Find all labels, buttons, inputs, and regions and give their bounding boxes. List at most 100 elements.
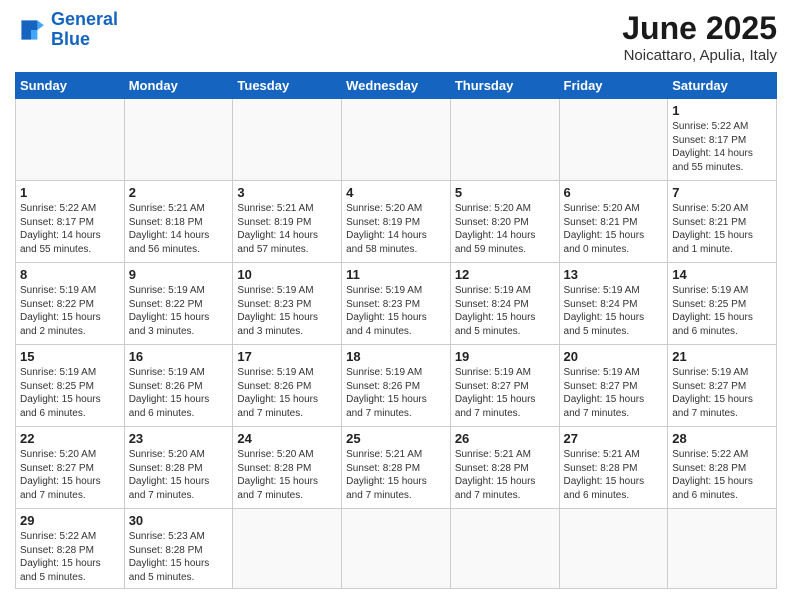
day-info: Sunrise: 5:20 AMSunset: 8:20 PMDaylight:… bbox=[455, 202, 555, 256]
day-info: Sunrise: 5:19 AMSunset: 8:23 PMDaylight:… bbox=[346, 284, 446, 338]
calendar-cell: 19Sunrise: 5:19 AMSunset: 8:27 PMDayligh… bbox=[450, 345, 559, 427]
calendar-cell: 17Sunrise: 5:19 AMSunset: 8:26 PMDayligh… bbox=[233, 345, 342, 427]
day-info: Sunrise: 5:22 AMSunset: 8:17 PMDaylight:… bbox=[672, 120, 772, 174]
day-number: 12 bbox=[455, 267, 555, 282]
day-info: Sunrise: 5:21 AMSunset: 8:28 PMDaylight:… bbox=[346, 448, 446, 502]
calendar-cell: 15 Sunrise: 5:19 AMSunset: 8:25 PMDayligh… bbox=[16, 345, 125, 427]
day-info: Sunrise: 5:19 AMSunset: 8:22 PMDaylight:… bbox=[20, 284, 120, 338]
day-number: 2 bbox=[129, 185, 229, 200]
page: General Blue June 2025 Noicattaro, Apuli… bbox=[0, 0, 792, 612]
day-number: 25 bbox=[346, 431, 446, 446]
day-number: 16 bbox=[129, 349, 229, 364]
calendar-week-row: 22 Sunrise: 5:20 AMSunset: 8:27 PMDayligh… bbox=[16, 427, 777, 509]
day-header-sunday: Sunday bbox=[16, 73, 125, 99]
day-info: Sunrise: 5:20 AMSunset: 8:28 PMDaylight:… bbox=[237, 448, 337, 502]
logo-icon bbox=[15, 14, 47, 46]
calendar-cell: 6 Sunrise: 5:20 AMSunset: 8:21 PMDaylight… bbox=[559, 181, 668, 263]
day-number: 17 bbox=[237, 349, 337, 364]
day-number: 20 bbox=[564, 349, 664, 364]
day-number: 10 bbox=[237, 267, 337, 282]
calendar-cell: 11Sunrise: 5:19 AMSunset: 8:23 PMDayligh… bbox=[342, 263, 451, 345]
calendar-cell: 14 Sunrise: 5:19 AMSunset: 8:25 PMDayligh… bbox=[668, 263, 777, 345]
day-header-saturday: Saturday bbox=[668, 73, 777, 99]
day-info: Sunrise: 5:19 AMSunset: 8:25 PMDaylight:… bbox=[672, 284, 772, 338]
calendar-cell bbox=[668, 509, 777, 589]
day-number: 22 bbox=[20, 431, 120, 446]
day-info: Sunrise: 5:21 AMSunset: 8:19 PMDaylight:… bbox=[237, 202, 337, 256]
logo-general: General bbox=[51, 9, 118, 29]
calendar-cell: 20 Sunrise: 5:19 AMSunset: 8:27 PMDayligh… bbox=[559, 345, 668, 427]
calendar-week-row: 1 Sunrise: 5:22 AMSunset: 8:17 PMDaylight… bbox=[16, 181, 777, 263]
day-header-tuesday: Tuesday bbox=[233, 73, 342, 99]
day-info: Sunrise: 5:20 AMSunset: 8:21 PMDaylight:… bbox=[564, 202, 664, 256]
calendar-cell bbox=[233, 99, 342, 181]
calendar-cell bbox=[450, 99, 559, 181]
day-info: Sunrise: 5:21 AMSunset: 8:18 PMDaylight:… bbox=[129, 202, 229, 256]
calendar-week-row: 29Sunrise: 5:22 AMSunset: 8:28 PMDayligh… bbox=[16, 509, 777, 589]
day-header-thursday: Thursday bbox=[450, 73, 559, 99]
day-number: 4 bbox=[346, 185, 446, 200]
calendar-week-row: 1 Sunrise: 5:22 AMSunset: 8:17 PMDaylight… bbox=[16, 99, 777, 181]
calendar-cell: 12 Sunrise: 5:19 AMSunset: 8:24 PMDayligh… bbox=[450, 263, 559, 345]
day-header-wednesday: Wednesday bbox=[342, 73, 451, 99]
calendar-cell bbox=[233, 509, 342, 589]
calendar-cell bbox=[342, 99, 451, 181]
calendar-cell bbox=[124, 99, 233, 181]
day-number: 8 bbox=[20, 267, 120, 282]
day-number: 15 bbox=[20, 349, 120, 364]
day-number: 6 bbox=[564, 185, 664, 200]
calendar-cell: 28Sunrise: 5:22 AMSunset: 8:28 PMDayligh… bbox=[668, 427, 777, 509]
day-info: Sunrise: 5:20 AMSunset: 8:21 PMDaylight:… bbox=[672, 202, 772, 256]
month-title: June 2025 bbox=[622, 10, 777, 47]
day-info: Sunrise: 5:23 AMSunset: 8:28 PMDaylight:… bbox=[129, 530, 229, 584]
day-header-monday: Monday bbox=[124, 73, 233, 99]
calendar-cell: 4 Sunrise: 5:20 AMSunset: 8:19 PMDaylight… bbox=[342, 181, 451, 263]
calendar-cell: 1 Sunrise: 5:22 AMSunset: 8:17 PMDaylight… bbox=[668, 99, 777, 181]
day-number: 1 bbox=[672, 103, 772, 118]
calendar-cell: 16 Sunrise: 5:19 AMSunset: 8:26 PMDayligh… bbox=[124, 345, 233, 427]
day-info: Sunrise: 5:19 AMSunset: 8:27 PMDaylight:… bbox=[564, 366, 664, 420]
day-info: Sunrise: 5:19 AMSunset: 8:26 PMDaylight:… bbox=[129, 366, 229, 420]
calendar-cell: 9Sunrise: 5:19 AMSunset: 8:22 PMDaylight… bbox=[124, 263, 233, 345]
calendar-cell: 10Sunrise: 5:19 AMSunset: 8:23 PMDayligh… bbox=[233, 263, 342, 345]
calendar-week-row: 8 Sunrise: 5:19 AMSunset: 8:22 PMDaylight… bbox=[16, 263, 777, 345]
day-number: 23 bbox=[129, 431, 229, 446]
calendar-cell bbox=[559, 509, 668, 589]
day-number: 26 bbox=[455, 431, 555, 446]
calendar-cell: 3Sunrise: 5:21 AMSunset: 8:19 PMDaylight… bbox=[233, 181, 342, 263]
calendar-cell: 13Sunrise: 5:19 AMSunset: 8:24 PMDayligh… bbox=[559, 263, 668, 345]
day-info: Sunrise: 5:19 AMSunset: 8:27 PMDaylight:… bbox=[672, 366, 772, 420]
calendar-cell: 1 Sunrise: 5:22 AMSunset: 8:17 PMDaylight… bbox=[16, 181, 125, 263]
calendar-cell: 2 Sunrise: 5:21 AMSunset: 8:18 PMDaylight… bbox=[124, 181, 233, 263]
logo-blue: Blue bbox=[51, 30, 118, 50]
day-info: Sunrise: 5:22 AMSunset: 8:28 PMDaylight:… bbox=[672, 448, 772, 502]
day-number: 14 bbox=[672, 267, 772, 282]
day-number: 19 bbox=[455, 349, 555, 364]
calendar-cell: 5 Sunrise: 5:20 AMSunset: 8:20 PMDaylight… bbox=[450, 181, 559, 263]
day-number: 7 bbox=[672, 185, 772, 200]
day-info: Sunrise: 5:20 AMSunset: 8:27 PMDaylight:… bbox=[20, 448, 120, 502]
calendar-cell: 22 Sunrise: 5:20 AMSunset: 8:27 PMDayligh… bbox=[16, 427, 125, 509]
day-number: 24 bbox=[237, 431, 337, 446]
location: Noicattaro, Apulia, Italy bbox=[622, 47, 777, 64]
day-info: Sunrise: 5:19 AMSunset: 8:24 PMDaylight:… bbox=[455, 284, 555, 338]
day-info: Sunrise: 5:19 AMSunset: 8:25 PMDaylight:… bbox=[20, 366, 120, 420]
calendar-cell: 27Sunrise: 5:21 AMSunset: 8:28 PMDayligh… bbox=[559, 427, 668, 509]
day-info: Sunrise: 5:21 AMSunset: 8:28 PMDaylight:… bbox=[564, 448, 664, 502]
day-info: Sunrise: 5:22 AMSunset: 8:28 PMDaylight:… bbox=[20, 530, 120, 584]
day-number: 21 bbox=[672, 349, 772, 364]
calendar-cell: 25 Sunrise: 5:21 AMSunset: 8:28 PMDayligh… bbox=[342, 427, 451, 509]
logo: General Blue bbox=[15, 10, 118, 50]
day-number: 5 bbox=[455, 185, 555, 200]
calendar-cell bbox=[450, 509, 559, 589]
day-info: Sunrise: 5:19 AMSunset: 8:26 PMDaylight:… bbox=[346, 366, 446, 420]
logo-text: General Blue bbox=[51, 10, 118, 50]
day-number: 1 bbox=[20, 185, 120, 200]
calendar-cell: 7 Sunrise: 5:20 AMSunset: 8:21 PMDaylight… bbox=[668, 181, 777, 263]
calendar-header-row: SundayMondayTuesdayWednesdayThursdayFrid… bbox=[16, 73, 777, 99]
header: General Blue June 2025 Noicattaro, Apuli… bbox=[15, 10, 777, 64]
day-info: Sunrise: 5:22 AMSunset: 8:17 PMDaylight:… bbox=[20, 202, 120, 256]
calendar-cell: 30Sunrise: 5:23 AMSunset: 8:28 PMDayligh… bbox=[124, 509, 233, 589]
day-info: Sunrise: 5:20 AMSunset: 8:19 PMDaylight:… bbox=[346, 202, 446, 256]
day-header-friday: Friday bbox=[559, 73, 668, 99]
